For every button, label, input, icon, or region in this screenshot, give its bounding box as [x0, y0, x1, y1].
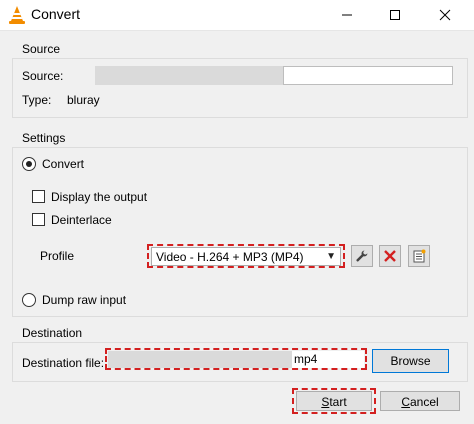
deinterlace-checkbox[interactable] [32, 213, 45, 226]
start-button[interactable]: Start [296, 391, 372, 411]
minimize-button[interactable] [324, 0, 370, 30]
destination-file-value: mp4 [294, 352, 318, 366]
window-title: Convert [31, 6, 81, 22]
destination-file-redacted [108, 351, 292, 368]
delete-profile-button[interactable] [379, 245, 401, 267]
chevron-down-icon: ▼ [326, 251, 336, 262]
close-button[interactable] [422, 0, 468, 30]
edit-profile-button[interactable] [351, 245, 373, 267]
browse-button[interactable]: Browse [372, 349, 449, 373]
type-value: bluray [67, 93, 100, 107]
profile-select-value: Video - H.264 + MP3 (MP4) [156, 250, 304, 264]
vlc-cone-icon [9, 6, 25, 24]
wrench-icon [356, 250, 368, 262]
profile-select[interactable]: Video - H.264 + MP3 (MP4) ▼ [151, 247, 341, 266]
type-label: Type: [22, 93, 52, 107]
maximize-button[interactable] [372, 0, 418, 30]
cancel-button[interactable]: Cancel [380, 391, 460, 411]
settings-group-label: Settings [22, 131, 66, 145]
maximize-icon [390, 10, 400, 20]
destination-file-input[interactable]: mp4 [108, 351, 364, 368]
source-label: Source: [22, 69, 64, 83]
minimize-icon [342, 14, 352, 16]
convert-label: Convert [42, 157, 85, 171]
source-field[interactable] [283, 66, 453, 85]
source-group-label: Source [22, 42, 61, 56]
new-profile-button[interactable] [408, 245, 430, 267]
dump-raw-radio[interactable] [22, 293, 36, 307]
destination-group-label: Destination [22, 326, 83, 340]
display-output-checkbox[interactable] [32, 190, 45, 203]
new-profile-icon [413, 249, 426, 263]
profile-label: Profile [40, 249, 75, 263]
destination-file-label: Destination file: [22, 356, 105, 370]
convert-radio[interactable] [22, 157, 36, 171]
deinterlace-label: Deinterlace [51, 213, 112, 227]
source-value-redacted [95, 66, 285, 85]
close-icon [439, 9, 451, 21]
convert-dialog: Convert Source Source: Type: bluray Sett… [0, 0, 474, 424]
settings-group [12, 147, 468, 317]
red-x-icon [384, 250, 396, 262]
title-bar: Convert [0, 0, 474, 31]
dump-raw-label: Dump raw input [42, 293, 127, 307]
display-output-label: Display the output [51, 190, 148, 204]
